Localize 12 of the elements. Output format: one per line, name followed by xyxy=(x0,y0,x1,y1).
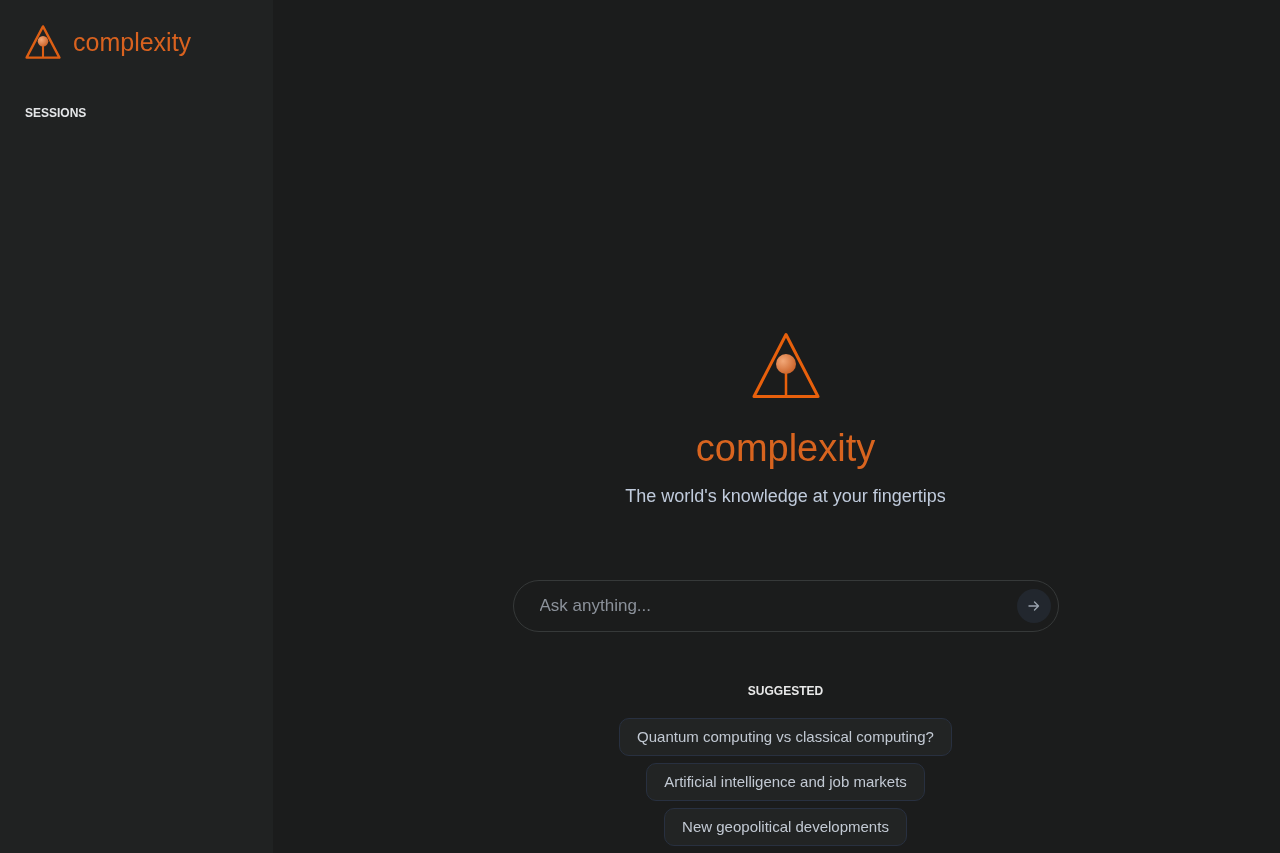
suggestion-chip[interactable]: Quantum computing vs classical computing? xyxy=(619,718,952,756)
suggested-heading: SUGGESTED xyxy=(747,683,824,699)
triangle-pin-logo-icon xyxy=(751,332,820,399)
search-field[interactable]: Ask anything... xyxy=(512,580,1059,632)
suggestion-chip[interactable]: Artificial intelligence and job markets xyxy=(646,763,925,801)
tagline: The world's knowledge at your fingertips xyxy=(625,485,946,508)
triangle-pin-logo-icon xyxy=(25,24,61,60)
arrow-right-icon xyxy=(1027,600,1040,612)
sessions-heading: SESSIONS xyxy=(25,105,88,121)
brand-name[interactable]: complexity xyxy=(73,27,192,57)
hero-title: complexity xyxy=(695,426,876,471)
suggestion-chip[interactable]: New geopolitical developments xyxy=(664,808,907,846)
